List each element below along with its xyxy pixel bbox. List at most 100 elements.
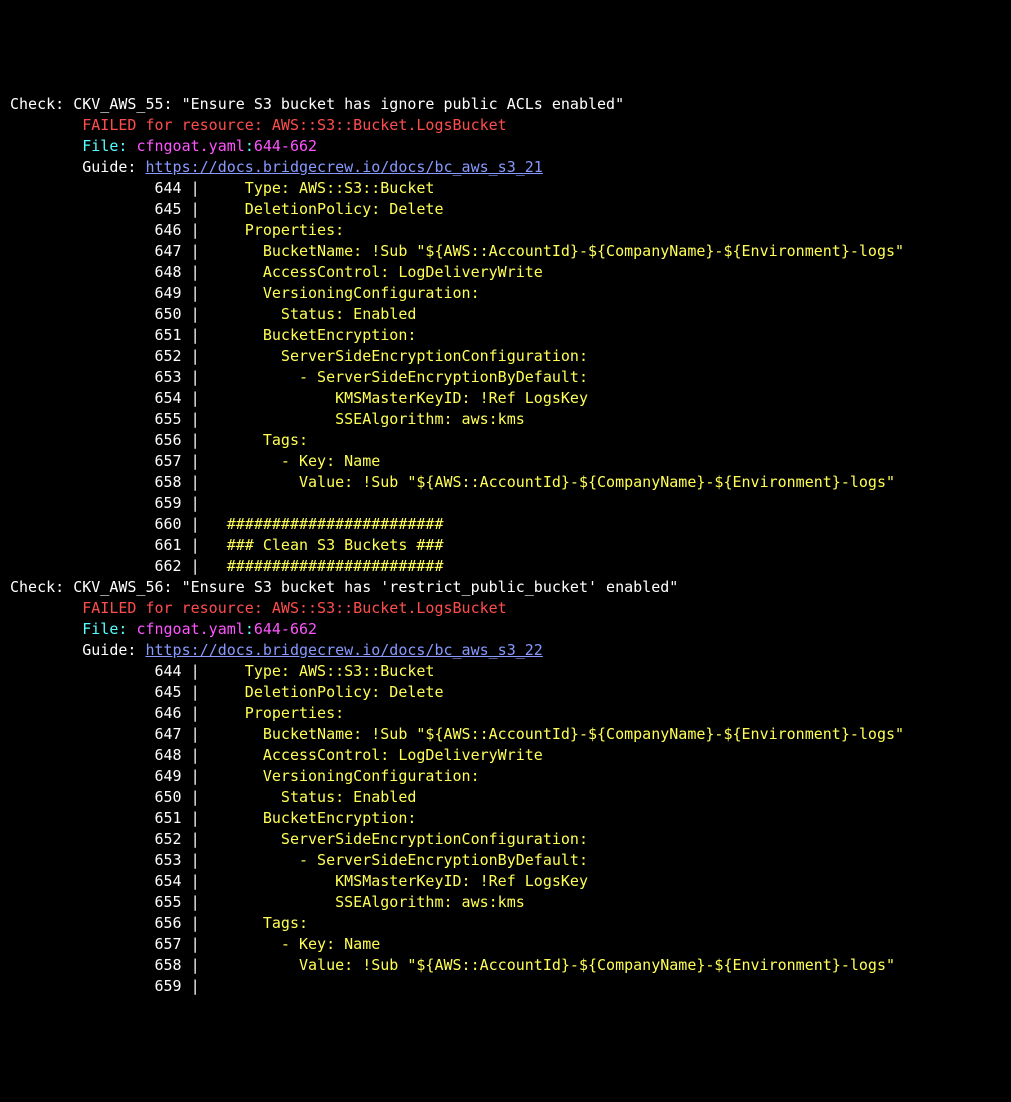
guide-link[interactable]: https://docs.bridgecrew.io/docs/bc_aws_s… — [145, 158, 542, 176]
check-sep: : — [164, 578, 182, 596]
code-pipe: | — [182, 242, 209, 260]
code-lineno: 644 — [155, 662, 182, 680]
code-pipe: | — [182, 263, 209, 281]
code-lineno: 650 — [155, 305, 182, 323]
code-pipe: | — [182, 326, 209, 344]
code-line: 653 | - ServerSideEncryptionByDefault: — [10, 367, 1011, 388]
code-text: - Key: Name — [209, 935, 381, 953]
code-line: 651 | BucketEncryption: — [10, 325, 1011, 346]
code-pipe: | — [182, 704, 209, 722]
code-indent — [10, 557, 155, 575]
code-line: 659 | — [10, 976, 1011, 997]
code-pipe: | — [182, 557, 209, 575]
file-range: 644-662 — [254, 620, 317, 638]
check-id: CKV_AWS_56 — [73, 578, 163, 596]
code-indent — [10, 347, 155, 365]
code-text: - Key: Name — [209, 452, 381, 470]
code-line: 648 | AccessControl: LogDeliveryWrite — [10, 262, 1011, 283]
failed-resource: AWS::S3::Bucket.LogsBucket — [272, 116, 507, 134]
check-file: File: cfngoat.yaml:644-662 — [10, 619, 1011, 640]
code-line: 654 | KMSMasterKeyID: !Ref LogsKey — [10, 871, 1011, 892]
code-pipe: | — [182, 431, 209, 449]
code-text: DeletionPolicy: Delete — [209, 683, 444, 701]
code-indent — [10, 221, 155, 239]
code-indent — [10, 200, 155, 218]
guide-label: Guide: — [10, 641, 145, 659]
code-indent — [10, 830, 155, 848]
failed-resource: AWS::S3::Bucket.LogsBucket — [272, 599, 507, 617]
code-line: 650 | Status: Enabled — [10, 787, 1011, 808]
code-indent — [10, 473, 155, 491]
file-path: cfngoat.yaml — [136, 620, 244, 638]
code-line: 655 | SSEAlgorithm: aws:kms — [10, 892, 1011, 913]
code-line: 650 | Status: Enabled — [10, 304, 1011, 325]
failed-prefix: FAILED for resource: — [10, 599, 272, 617]
code-pipe: | — [182, 830, 209, 848]
code-indent — [10, 179, 155, 197]
code-lineno: 650 — [155, 788, 182, 806]
check-guide: Guide: https://docs.bridgecrew.io/docs/b… — [10, 157, 1011, 178]
code-text: Value: !Sub "${AWS::AccountId}-${Company… — [209, 956, 895, 974]
code-line: 654 | KMSMasterKeyID: !Ref LogsKey — [10, 388, 1011, 409]
code-line: 647 | BucketName: !Sub "${AWS::AccountId… — [10, 241, 1011, 262]
code-line: 662 | ######################## — [10, 556, 1011, 577]
code-text: ServerSideEncryptionConfiguration: — [209, 830, 588, 848]
code-lineno: 658 — [155, 956, 182, 974]
code-text: KMSMasterKeyID: !Ref LogsKey — [209, 389, 588, 407]
file-label: File: — [10, 620, 136, 638]
code-indent — [10, 704, 155, 722]
code-indent — [10, 914, 155, 932]
code-text: Status: Enabled — [209, 305, 417, 323]
code-line: 646 | Properties: — [10, 703, 1011, 724]
code-text: VersioningConfiguration: — [209, 284, 480, 302]
check-label: Check: — [10, 578, 73, 596]
code-indent — [10, 935, 155, 953]
code-lineno: 656 — [155, 431, 182, 449]
code-pipe: | — [182, 494, 209, 512]
code-indent — [10, 494, 155, 512]
code-indent — [10, 242, 155, 260]
check-title: "Ensure S3 bucket has 'restrict_public_b… — [182, 578, 679, 596]
code-lineno: 651 — [155, 326, 182, 344]
code-text: BucketName: !Sub "${AWS::AccountId}-${Co… — [209, 725, 904, 743]
code-pipe: | — [182, 305, 209, 323]
code-indent — [10, 872, 155, 890]
code-lineno: 658 — [155, 473, 182, 491]
code-lineno: 648 — [155, 746, 182, 764]
failed-prefix: FAILED for resource: — [10, 116, 272, 134]
code-line: 660 | ######################## — [10, 514, 1011, 535]
code-text: DeletionPolicy: Delete — [209, 200, 444, 218]
code-indent — [10, 893, 155, 911]
code-lineno: 652 — [155, 830, 182, 848]
code-line: 661 | ### Clean S3 Buckets ### — [10, 535, 1011, 556]
code-indent — [10, 746, 155, 764]
code-text: Properties: — [209, 221, 344, 239]
code-lineno: 659 — [155, 494, 182, 512]
code-line: 649 | VersioningConfiguration: — [10, 283, 1011, 304]
code-text: SSEAlgorithm: aws:kms — [209, 410, 525, 428]
code-pipe: | — [182, 914, 209, 932]
code-indent — [10, 725, 155, 743]
code-pipe: | — [182, 662, 209, 680]
code-line: 646 | Properties: — [10, 220, 1011, 241]
code-lineno: 645 — [155, 200, 182, 218]
code-lineno: 656 — [155, 914, 182, 932]
check-header: Check: CKV_AWS_55: "Ensure S3 bucket has… — [10, 94, 1011, 115]
code-lineno: 647 — [155, 242, 182, 260]
file-sep: : — [245, 137, 254, 155]
file-sep: : — [245, 620, 254, 638]
code-text: AccessControl: LogDeliveryWrite — [209, 746, 543, 764]
code-line: 655 | SSEAlgorithm: aws:kms — [10, 409, 1011, 430]
code-indent — [10, 956, 155, 974]
code-indent — [10, 977, 155, 995]
code-indent — [10, 788, 155, 806]
code-indent — [10, 515, 155, 533]
code-indent — [10, 368, 155, 386]
guide-link[interactable]: https://docs.bridgecrew.io/docs/bc_aws_s… — [145, 641, 542, 659]
code-lineno: 644 — [155, 179, 182, 197]
code-text: Value: !Sub "${AWS::AccountId}-${Company… — [209, 473, 895, 491]
code-lineno: 653 — [155, 851, 182, 869]
code-line: 644 | Type: AWS::S3::Bucket — [10, 661, 1011, 682]
code-line: 644 | Type: AWS::S3::Bucket — [10, 178, 1011, 199]
code-lineno: 654 — [155, 872, 182, 890]
